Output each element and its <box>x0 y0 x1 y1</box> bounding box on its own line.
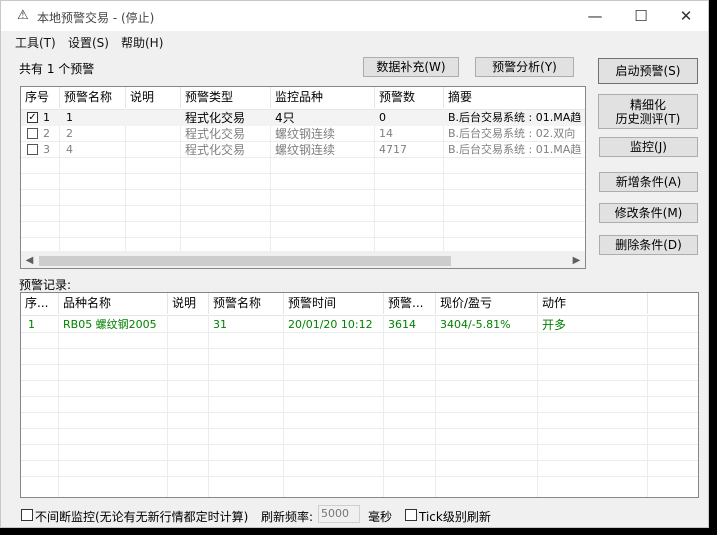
scroll-left-icon[interactable]: ◀ <box>21 252 38 268</box>
delete-condition-button[interactable]: 删除条件(D) <box>599 235 698 255</box>
cell-product: RB05 螺纹钢2005 <box>63 318 157 331</box>
cell-symbol: 4只 <box>275 111 295 125</box>
menu-help[interactable]: 帮助(H) <box>121 34 163 51</box>
continuous-monitor-label: 不间断监控(无论有无新行情都定时计算) <box>35 510 249 524</box>
alarm-icon: ⚠ <box>17 8 29 23</box>
cell-summary: B.后台交易系统 : 01.MA趋 <box>448 111 582 124</box>
cell-name: 4 <box>66 143 73 156</box>
warning-row[interactable]: 2 2 程式化交易 螺纹钢连续 14 B.后台交易系统 : 02.双向 <box>21 126 585 142</box>
records-label: 预警记录: <box>19 278 72 292</box>
cell-action: 开多 <box>542 318 567 332</box>
monitor-button[interactable]: 监控(J) <box>599 137 698 157</box>
horizontal-scrollbar[interactable]: ◀ ▶ <box>21 251 585 268</box>
cell-symbol: 螺纹钢连续 <box>275 127 336 141</box>
alert-trading-window: ⚠ 本地预警交易 - (停止) — ☐ ✕ 工具(T) 设置(S) 帮助(H) … <box>0 0 709 528</box>
start-warning-button[interactable]: 启动预警(S) <box>598 58 698 84</box>
warning-row[interactable]: ✓ 1 1 程式化交易 4只 0 B.后台交易系统 : 01.MA趋 <box>21 110 585 126</box>
column-header-name[interactable]: 预警名称 <box>60 87 126 108</box>
add-condition-button[interactable]: 新增条件(A) <box>599 172 698 192</box>
cell-time: 20/01/20 10:12 <box>288 318 373 331</box>
menu-tools[interactable]: 工具(T) <box>15 34 56 51</box>
refine-evaluation-button[interactable]: 精细化 历史测评(T) <box>598 94 698 129</box>
window-title: 本地预警交易 - (停止) <box>37 11 155 25</box>
minimize-button[interactable]: — <box>572 4 618 28</box>
refine-line2: 历史测评(T) <box>615 111 681 126</box>
cell-price: 3614 <box>388 318 416 331</box>
records-list-header: 序... 品种名称 说明 预警名称 预警时间 预警... 现价/盈亏 动作 <box>21 293 698 316</box>
cell-pnl: 3404/-5.81% <box>440 318 511 331</box>
column-header-pnl[interactable]: 现价/盈亏 <box>436 293 538 314</box>
cell-count: 0 <box>379 111 386 124</box>
column-header-time[interactable]: 预警时间 <box>284 293 384 314</box>
warning-list[interactable]: 序号 预警名称 说明 预警类型 监控品种 预警数 摘要 ✓ 1 1 程式化交易 <box>20 86 586 269</box>
data-fill-button[interactable]: 数据补充(W) <box>363 57 459 77</box>
column-header-type[interactable]: 预警类型 <box>181 87 271 108</box>
menu-settings[interactable]: 设置(S) <box>68 34 109 51</box>
column-header-index[interactable]: 序... <box>21 293 59 314</box>
scroll-right-icon[interactable]: ▶ <box>568 252 585 268</box>
refresh-unit-label: 毫秒 <box>368 510 393 524</box>
cell-type: 程式化交易 <box>185 143 246 157</box>
maximize-button[interactable]: ☐ <box>618 4 664 28</box>
cell-type: 程式化交易 <box>185 127 246 141</box>
cell-desc <box>126 126 181 142</box>
menu-bar: 工具(T) 设置(S) 帮助(H) <box>1 31 708 53</box>
cell-summary: B.后台交易系统 : 01.MA趋 <box>448 143 582 156</box>
tick-refresh-checkbox[interactable] <box>405 509 417 521</box>
cell-desc <box>126 142 181 158</box>
column-header-desc[interactable]: 说明 <box>126 87 181 108</box>
cell-count: 4717 <box>379 143 407 156</box>
cell-index: 1 <box>28 318 35 331</box>
cell-index: 1 <box>43 111 50 124</box>
continuous-monitor-checkbox[interactable] <box>21 509 33 521</box>
scrollbar-thumb[interactable] <box>39 256 451 266</box>
column-header-count[interactable]: 预警数 <box>375 87 444 108</box>
record-row[interactable]: 1 RB05 螺纹钢2005 31 20/01/20 10:12 3614 34… <box>21 317 698 333</box>
column-header-action[interactable]: 动作 <box>538 293 648 314</box>
row-checkbox[interactable] <box>27 144 38 155</box>
cell-index: 3 <box>43 143 50 156</box>
close-button[interactable]: ✕ <box>663 4 709 28</box>
warning-row[interactable]: 3 4 程式化交易 螺纹钢连续 4717 B.后台交易系统 : 01.MA趋 <box>21 142 585 158</box>
refine-line1: 精细化 <box>629 97 666 112</box>
cell-desc <box>126 110 181 126</box>
warning-list-header: 序号 预警名称 说明 预警类型 监控品种 预警数 摘要 <box>21 87 585 110</box>
cell-count: 14 <box>379 127 393 140</box>
cell-summary: B.后台交易系统 : 02.双向 <box>448 127 576 140</box>
title-bar: ⚠ 本地预警交易 - (停止) — ☐ ✕ <box>1 1 708 31</box>
column-header-product[interactable]: 品种名称 <box>59 293 168 314</box>
column-header-symbol[interactable]: 监控品种 <box>271 87 375 108</box>
cell-name: 1 <box>66 111 73 124</box>
column-header-summary[interactable]: 摘要 <box>444 87 585 108</box>
modify-condition-button[interactable]: 修改条件(M) <box>599 203 698 223</box>
cell-index: 2 <box>43 127 50 140</box>
cell-symbol: 螺纹钢连续 <box>275 143 336 157</box>
refresh-frequency-label: 刷新频率: <box>261 510 314 524</box>
column-header-index[interactable]: 序号 <box>21 87 60 108</box>
cell-name: 2 <box>66 127 73 140</box>
row-checkbox[interactable] <box>27 128 38 139</box>
background-chart-strip <box>709 0 717 535</box>
row-checkbox[interactable]: ✓ <box>27 112 38 123</box>
cell-type: 程式化交易 <box>185 111 246 125</box>
tick-refresh-label: Tick级别刷新 <box>419 510 491 524</box>
column-header-price[interactable]: 预警... <box>384 293 436 314</box>
column-header-desc[interactable]: 说明 <box>168 293 209 314</box>
warning-analysis-button[interactable]: 预警分析(Y) <box>475 57 574 77</box>
column-header-name[interactable]: 预警名称 <box>209 293 284 314</box>
cell-name: 31 <box>213 318 227 331</box>
warning-count-label: 共有 1 个预警 <box>19 62 95 76</box>
cell-desc <box>168 317 209 333</box>
warning-records-list[interactable]: 序... 品种名称 说明 预警名称 预警时间 预警... 现价/盈亏 动作 1 … <box>20 292 699 498</box>
refresh-frequency-input[interactable]: 5000 <box>318 505 360 523</box>
